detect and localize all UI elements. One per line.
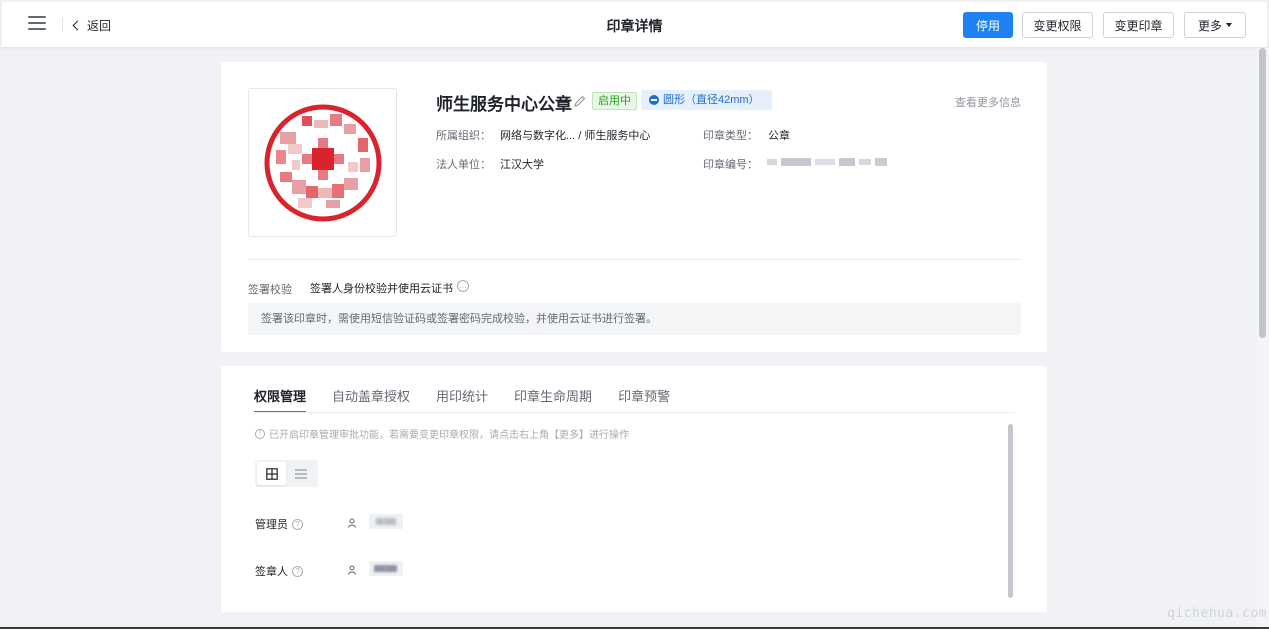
shape-badge: 圆形（直径42mm） [641,90,772,110]
signer-row: 签章人 ? [255,563,303,579]
org-field: 所属组织： [436,127,491,143]
tab-usage-stats[interactable]: 用印统计 [436,386,488,413]
legal-value: 江汉大学 [500,159,544,171]
list-view-button[interactable] [286,462,315,485]
seal-code-redacted [767,158,887,166]
disable-button[interactable]: 停用 [963,12,1013,38]
tab-permission-management[interactable]: 权限管理 [254,386,307,413]
minus-circle-icon [649,95,659,105]
org-value-wrap: 网络与数字化... / 师生服务中心 [500,127,650,143]
more-info-link[interactable]: 查看更多信息 [955,94,1021,110]
grid-view-button[interactable] [257,462,286,485]
tab-bar: 权限管理 自动盖章授权 用印统计 印章生命周期 印章预警 [254,386,670,413]
type-field: 印章类型： [703,127,758,143]
edit-icon[interactable] [573,94,587,108]
page-scrollbar[interactable] [1259,48,1266,338]
tab-underline [254,412,1015,413]
admin-user-chip[interactable] [369,514,403,529]
seal-name: 师生服务中心公章 [436,95,572,114]
view-toggle [255,460,318,487]
verify-value: 签署人身份校验并使用云证书 [310,283,453,295]
legal-field: 法人单位： [436,156,491,172]
help-icon[interactable]: ? [292,518,303,530]
legal-value-wrap: 江汉大学 [500,156,544,172]
legal-label: 法人单位： [436,159,491,171]
change-seal-button[interactable]: 变更印章 [1103,12,1174,38]
caret-down-icon [1226,23,1232,27]
more-button[interactable]: 更多 [1184,12,1246,38]
signer-user-chip[interactable] [369,561,403,576]
signer-label: 签章人 [255,566,288,578]
admin-row: 管理员 ? [255,516,303,532]
divider [248,259,1021,260]
more-label: 更多 [1197,18,1222,33]
change-permission-button[interactable]: 变更权限 [1022,12,1093,38]
code-label: 印章编号： [703,159,758,171]
status-badge: 启用中 [592,92,637,110]
grid-icon [265,467,278,480]
verify-description: 签署该印章时，需使用短信验证码或签署密码完成校验，并使用云证书进行签署。 [248,303,1021,335]
top-bar: 返回 印章详情 停用 变更权限 变更印章 更多 [2,2,1267,48]
admin-label: 管理员 [255,519,288,531]
tab-lifecycle[interactable]: 印章生命周期 [514,386,592,413]
type-value-wrap: 公章 [768,127,790,143]
person-icon [347,518,357,528]
seal-stamp-icon [264,104,381,221]
permissions-card: 权限管理 自动盖章授权 用印统计 印章生命周期 印章预警 ! 已开启印章管理审批… [221,366,1047,612]
notice: ! 已开启印章管理审批功能，若需要变更印章权限，请点击右上角【更多】进行操作 [255,426,629,441]
code-field: 印章编号： [703,156,758,172]
seal-info-card: 师生服务中心公章 启用中 圆形（直径42mm） 查看更多信息 所属组织： 网络与… [221,62,1047,352]
org-label: 所属组织： [436,130,491,142]
info-circle-icon: ! [255,428,265,439]
seal-image [248,88,397,237]
tab-auto-stamp[interactable]: 自动盖章授权 [332,386,410,413]
notice-text: 已开启印章管理审批功能，若需要变更印章权限，请点击右上角【更多】进行操作 [269,430,629,441]
info-icon[interactable]: … [457,280,469,292]
verify-label: 签署校验 [248,284,292,296]
shape-label: 圆形（直径42mm） [663,94,760,106]
help-icon[interactable]: ? [292,565,303,577]
org-value: 网络与数字化... / 师生服务中心 [500,130,651,142]
watermark: qichehua.com [1167,606,1267,621]
tab-warning[interactable]: 印章预警 [618,386,670,413]
list-icon [294,468,307,479]
inner-scrollbar[interactable] [1008,424,1013,598]
person-icon [347,565,357,575]
type-value: 公章 [768,130,790,142]
type-label: 印章类型： [703,130,758,142]
